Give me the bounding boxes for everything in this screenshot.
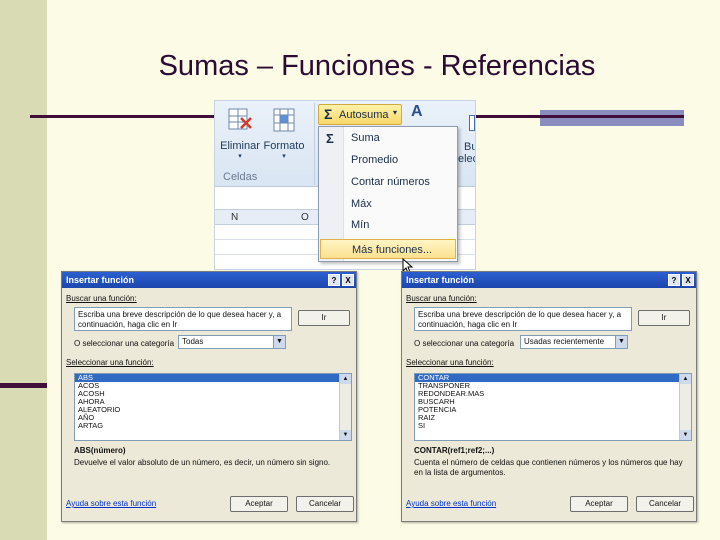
function-description: Devuelve el valor absoluto de un número,… bbox=[74, 458, 331, 467]
function-help-link[interactable]: Ayuda sobre esta función bbox=[406, 499, 496, 508]
function-help-link[interactable]: Ayuda sobre esta función bbox=[66, 499, 156, 508]
category-value: Todas bbox=[182, 337, 204, 346]
cancel-button[interactable]: Cancelar bbox=[636, 496, 694, 512]
list-item[interactable]: ARTAG bbox=[75, 422, 351, 430]
category-label: O seleccionar una categoría bbox=[414, 339, 515, 348]
search-function-label: Buscar una función: bbox=[406, 294, 477, 303]
dialog-title: Insertar función bbox=[66, 275, 135, 285]
slide-title: Sumas – Funciones - Referencias bbox=[158, 50, 596, 82]
chevron-down-icon: ▼ bbox=[615, 336, 627, 348]
list-scrollbar[interactable]: ▲ ▼ bbox=[679, 374, 691, 440]
delete-cells-button[interactable]: Eliminar ▾ bbox=[217, 104, 263, 164]
list-item[interactable]: RAIZ bbox=[415, 414, 691, 422]
function-description: Cuenta el número de celdas que contienen… bbox=[414, 458, 683, 477]
cells-group-label: Celdas bbox=[223, 171, 258, 183]
column-header-o: O bbox=[301, 212, 309, 223]
find-label-partial: Bu bbox=[464, 141, 475, 153]
go-button[interactable]: Ir bbox=[638, 310, 690, 326]
scroll-up-icon[interactable]: ▲ bbox=[680, 374, 691, 384]
list-item[interactable]: ABS bbox=[75, 374, 339, 382]
format-cells-icon bbox=[273, 108, 295, 132]
list-item[interactable]: ACOS bbox=[75, 382, 351, 390]
menu-item-promedio[interactable]: Promedio bbox=[351, 154, 398, 166]
menu-item-mas-funciones[interactable]: Más funciones... bbox=[320, 239, 456, 259]
chevron-down-icon: ▾ bbox=[238, 153, 242, 160]
category-label: O seleccionar una categoría bbox=[74, 339, 175, 348]
cancel-button[interactable]: Cancelar bbox=[296, 496, 354, 512]
menu-item-min[interactable]: Mín bbox=[351, 219, 369, 231]
group-divider bbox=[314, 103, 315, 185]
category-value: Usadas recientemente bbox=[524, 337, 605, 346]
excel-ribbon-screenshot: Eliminar ▾ Formato ▾ Celdas A Bu elec N … bbox=[214, 100, 476, 270]
autosum-button[interactable]: Σ Autosuma ▾ bbox=[318, 104, 402, 125]
menu-item-suma[interactable]: Suma bbox=[351, 132, 380, 144]
chevron-down-icon: ▾ bbox=[393, 108, 398, 117]
title-rule-right bbox=[470, 115, 684, 118]
dialog-title: Insertar función bbox=[406, 275, 475, 285]
scroll-up-icon[interactable]: ▲ bbox=[340, 374, 351, 384]
title-rule-box bbox=[540, 110, 684, 126]
search-function-label: Buscar una función: bbox=[66, 294, 137, 303]
dialog-titlebar: Insertar función ? X bbox=[62, 272, 356, 288]
sort-filter-icon: A bbox=[411, 103, 423, 120]
sigma-icon: Σ bbox=[324, 106, 333, 122]
format-cells-label: Formato bbox=[263, 140, 305, 152]
list-item[interactable]: POTENCIA bbox=[415, 406, 691, 414]
slide-side-accent bbox=[0, 383, 47, 388]
scroll-down-icon[interactable]: ▼ bbox=[680, 430, 691, 440]
column-header-n: N bbox=[231, 212, 239, 223]
menu-item-contar-numeros[interactable]: Contar números bbox=[351, 176, 430, 188]
help-title-button[interactable]: ? bbox=[328, 274, 340, 286]
select-label-partial: elec bbox=[458, 153, 475, 165]
list-item[interactable]: ALEATORIO bbox=[75, 406, 351, 414]
list-item[interactable]: SI bbox=[415, 422, 691, 430]
close-button[interactable]: X bbox=[342, 274, 354, 286]
chevron-down-icon: ▾ bbox=[282, 153, 286, 160]
insert-function-dialog-left: Insertar función ? X Buscar una función:… bbox=[61, 271, 357, 522]
help-title-button[interactable]: ? bbox=[668, 274, 680, 286]
insert-function-dialog-right: Insertar función ? X Buscar una función:… bbox=[401, 271, 697, 522]
list-item[interactable]: ACOSH bbox=[75, 390, 351, 398]
ok-button[interactable]: Aceptar bbox=[570, 496, 628, 512]
autosum-label: Autosuma bbox=[339, 109, 389, 121]
delete-cells-label: Eliminar bbox=[220, 140, 260, 152]
find-select-icon bbox=[469, 115, 475, 131]
search-function-input[interactable]: Escriba una breve descripción de lo que … bbox=[74, 307, 292, 331]
list-item[interactable]: REDONDEAR.MAS bbox=[415, 390, 691, 398]
menu-item-max[interactable]: Máx bbox=[351, 198, 372, 210]
list-item[interactable]: AÑO bbox=[75, 414, 351, 422]
go-button[interactable]: Ir bbox=[298, 310, 350, 326]
title-rule-left bbox=[30, 115, 216, 118]
category-select[interactable]: Todas ▼ bbox=[178, 335, 286, 349]
select-function-label: Seleccionar una función: bbox=[66, 358, 154, 367]
dialog-titlebar: Insertar función ? X bbox=[402, 272, 696, 288]
function-list[interactable]: CONTAR TRANSPONER REDONDEAR.MAS BUSCARH … bbox=[414, 373, 692, 441]
ok-button[interactable]: Aceptar bbox=[230, 496, 288, 512]
close-button[interactable]: X bbox=[682, 274, 694, 286]
autosum-menu: Σ Suma Promedio Contar números Máx Mín M… bbox=[318, 126, 458, 262]
chevron-down-icon: ▼ bbox=[273, 336, 285, 348]
delete-cells-icon bbox=[228, 108, 252, 130]
function-list[interactable]: ABS ACOS ACOSH AHORA ALEATORIO AÑO ARTAG… bbox=[74, 373, 352, 441]
function-syntax: CONTAR(ref1;ref2;...) bbox=[414, 446, 495, 455]
scroll-down-icon[interactable]: ▼ bbox=[340, 430, 351, 440]
format-cells-button[interactable]: Formato ▾ bbox=[261, 104, 307, 164]
category-select[interactable]: Usadas recientemente ▼ bbox=[520, 335, 628, 349]
sigma-icon: Σ bbox=[326, 131, 334, 146]
list-scrollbar[interactable]: ▲ ▼ bbox=[339, 374, 351, 440]
list-item[interactable]: BUSCARH bbox=[415, 398, 691, 406]
function-syntax: ABS(número) bbox=[74, 446, 126, 455]
search-function-input[interactable]: Escriba una breve descripción de lo que … bbox=[414, 307, 632, 331]
select-function-label: Seleccionar una función: bbox=[406, 358, 494, 367]
